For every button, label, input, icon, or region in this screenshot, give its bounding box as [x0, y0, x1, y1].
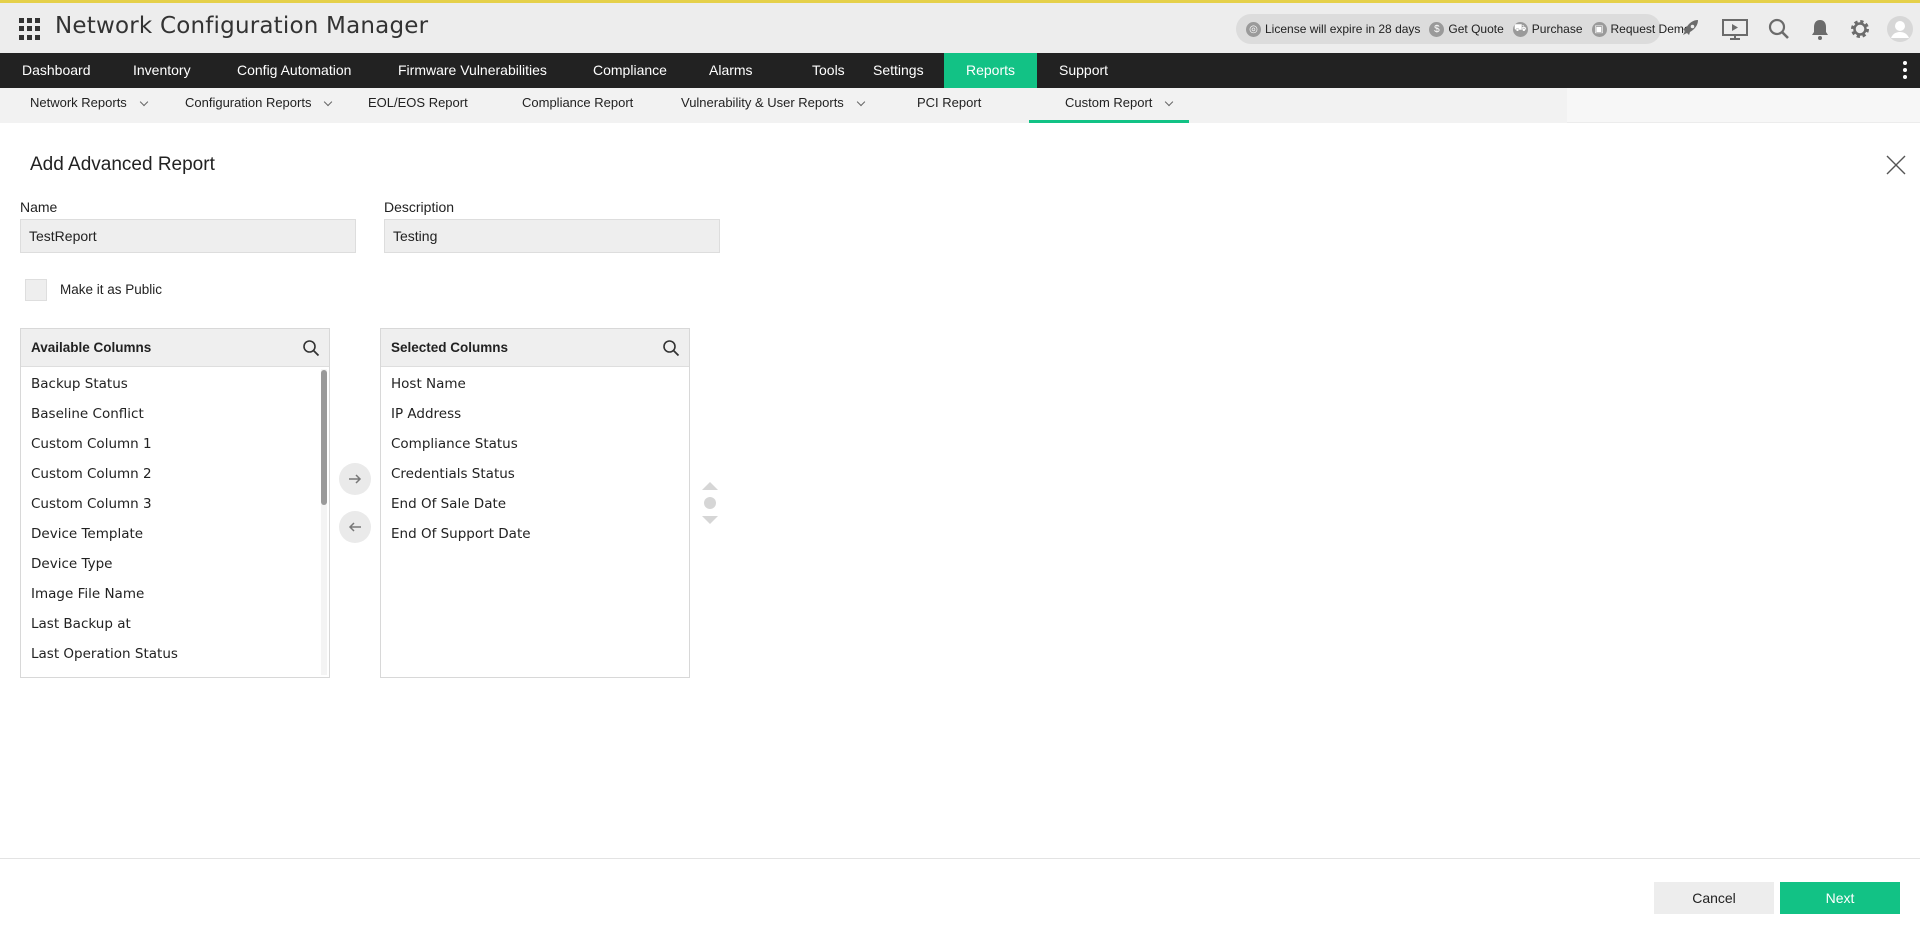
- list-item[interactable]: Compliance Status: [381, 429, 689, 459]
- license-bar: ◎ License will expire in 28 days $ Get Q…: [1236, 14, 1691, 44]
- list-item[interactable]: Backup Status: [21, 369, 329, 399]
- main-nav: Dashboard Inventory Config Automation Fi…: [0, 53, 1920, 88]
- nav-firmware-vulnerabilities[interactable]: Firmware Vulnerabilities: [376, 53, 569, 88]
- available-columns-header: Available Columns: [21, 329, 329, 367]
- next-button[interactable]: Next: [1780, 882, 1900, 914]
- tab-vulnerability-user-reports-label: Vulnerability & User Reports: [681, 95, 844, 110]
- presentation-icon[interactable]: [1721, 17, 1749, 41]
- reorder-control[interactable]: [700, 480, 720, 526]
- chevron-down-icon: [1165, 97, 1174, 107]
- sub-nav: Network Reports Configuration Reports EO…: [0, 88, 1920, 123]
- search-icon[interactable]: [1767, 17, 1791, 41]
- apps-grid-icon[interactable]: [19, 18, 41, 40]
- list-item[interactable]: Last Updated: [21, 669, 329, 677]
- list-item[interactable]: Device Template: [21, 519, 329, 549]
- list-item[interactable]: Custom Column 3: [21, 489, 329, 519]
- list-item[interactable]: End Of Sale Date: [381, 489, 689, 519]
- get-quote-label: Get Quote: [1448, 22, 1504, 36]
- nav-compliance[interactable]: Compliance: [571, 53, 689, 88]
- demo-icon: ▣: [1591, 21, 1607, 37]
- list-item[interactable]: Custom Column 2: [21, 459, 329, 489]
- close-icon[interactable]: [1885, 154, 1907, 176]
- form-title: Add Advanced Report: [30, 154, 215, 175]
- tab-network-reports[interactable]: Network Reports: [30, 88, 149, 123]
- gear-icon[interactable]: [1848, 17, 1872, 41]
- list-item[interactable]: Credentials Status: [381, 459, 689, 489]
- chevron-down-icon: [856, 97, 866, 107]
- search-icon[interactable]: [662, 339, 680, 357]
- license-icon: ◎: [1246, 21, 1261, 37]
- tab-custom-report[interactable]: Custom Report: [1029, 88, 1189, 123]
- tab-configuration-reports[interactable]: Configuration Reports: [185, 88, 333, 123]
- tab-network-reports-label: Network Reports: [30, 95, 127, 110]
- dollar-icon: $: [1429, 21, 1445, 37]
- list-item[interactable]: Last Backup at: [21, 609, 329, 639]
- tab-compliance-report[interactable]: Compliance Report: [522, 88, 633, 123]
- selected-columns-panel: Selected Columns Host Name IP Address Co…: [380, 328, 690, 678]
- bell-icon[interactable]: [1808, 17, 1832, 41]
- available-columns-list: Backup Status Baseline Conflict Custom C…: [21, 367, 329, 677]
- footer-divider: [0, 858, 1920, 859]
- tab-eol-eos-report[interactable]: EOL/EOS Report: [368, 88, 468, 123]
- tab-vulnerability-user-reports[interactable]: Vulnerability & User Reports: [681, 88, 866, 123]
- request-demo-link[interactable]: ▣ Request Demo: [1591, 21, 1691, 37]
- selected-columns-title: Selected Columns: [391, 340, 509, 355]
- top-header: Network Configuration Manager ◎ License …: [0, 0, 1920, 53]
- list-item[interactable]: End Of Support Date: [381, 519, 689, 549]
- nav-alarms[interactable]: Alarms: [687, 53, 775, 88]
- move-right-button[interactable]: [339, 463, 371, 495]
- available-columns-panel: Available Columns Backup Status Baseline…: [20, 328, 330, 678]
- purchase-label: Purchase: [1531, 22, 1583, 36]
- nav-reports[interactable]: Reports: [944, 53, 1038, 88]
- tab-configuration-reports-label: Configuration Reports: [185, 95, 312, 110]
- reorder-handle-icon: [704, 497, 716, 509]
- nav-settings[interactable]: Settings: [851, 53, 946, 88]
- license-text: License will expire in 28 days: [1265, 22, 1421, 36]
- tab-compliance-report-label: Compliance Report: [522, 95, 634, 110]
- purchase-link[interactable]: ⛟ Purchase: [1512, 21, 1583, 37]
- list-item[interactable]: Image File Name: [21, 579, 329, 609]
- list-item[interactable]: Host Name: [381, 369, 689, 399]
- list-item[interactable]: Device Type: [21, 549, 329, 579]
- tab-pci-report[interactable]: PCI Report: [917, 88, 981, 123]
- nav-support[interactable]: Support: [1037, 53, 1130, 88]
- chevron-down-icon: [324, 97, 333, 107]
- make-public-checkbox[interactable]: [25, 279, 47, 301]
- nav-config-automation[interactable]: Config Automation: [215, 53, 373, 88]
- tab-pci-report-label: PCI Report: [917, 95, 982, 110]
- get-quote-link[interactable]: $ Get Quote: [1429, 21, 1504, 37]
- cart-icon: ⛟: [1512, 21, 1528, 37]
- name-label: Name: [20, 199, 58, 215]
- nav-inventory[interactable]: Inventory: [111, 53, 213, 88]
- arrow-right-icon: [349, 474, 362, 484]
- more-vertical-icon[interactable]: [1902, 61, 1908, 81]
- arrow-left-icon: [348, 522, 361, 532]
- list-item[interactable]: Last Operation Status: [21, 639, 329, 669]
- chevron-down-icon: [139, 97, 149, 107]
- tab-custom-report-label: Custom Report: [1065, 95, 1153, 110]
- tab-eol-eos-report-label: EOL/EOS Report: [368, 95, 468, 110]
- list-item[interactable]: Baseline Conflict: [21, 399, 329, 429]
- available-columns-title: Available Columns: [31, 340, 152, 355]
- move-up-icon[interactable]: [702, 482, 718, 490]
- rocket-icon[interactable]: [1678, 17, 1702, 41]
- description-field[interactable]: Testing: [384, 219, 720, 253]
- list-item[interactable]: Custom Column 1: [21, 429, 329, 459]
- search-icon[interactable]: [302, 339, 320, 357]
- license-expiry[interactable]: ◎ License will expire in 28 days: [1246, 21, 1421, 37]
- move-left-button[interactable]: [339, 511, 371, 543]
- description-label: Description: [384, 199, 455, 215]
- move-down-icon[interactable]: [702, 516, 718, 524]
- avatar[interactable]: [1887, 16, 1913, 42]
- selected-columns-list: Host Name IP Address Compliance Status C…: [381, 367, 689, 677]
- make-public-label: Make it as Public: [60, 282, 163, 297]
- scrollbar-thumb[interactable]: [321, 370, 327, 505]
- app-title: Network Configuration Manager: [55, 13, 429, 39]
- selected-columns-header: Selected Columns: [381, 329, 689, 367]
- cancel-button[interactable]: Cancel: [1654, 882, 1774, 914]
- name-field[interactable]: TestReport: [20, 219, 356, 253]
- nav-dashboard[interactable]: Dashboard: [0, 53, 113, 88]
- list-item[interactable]: IP Address: [381, 399, 689, 429]
